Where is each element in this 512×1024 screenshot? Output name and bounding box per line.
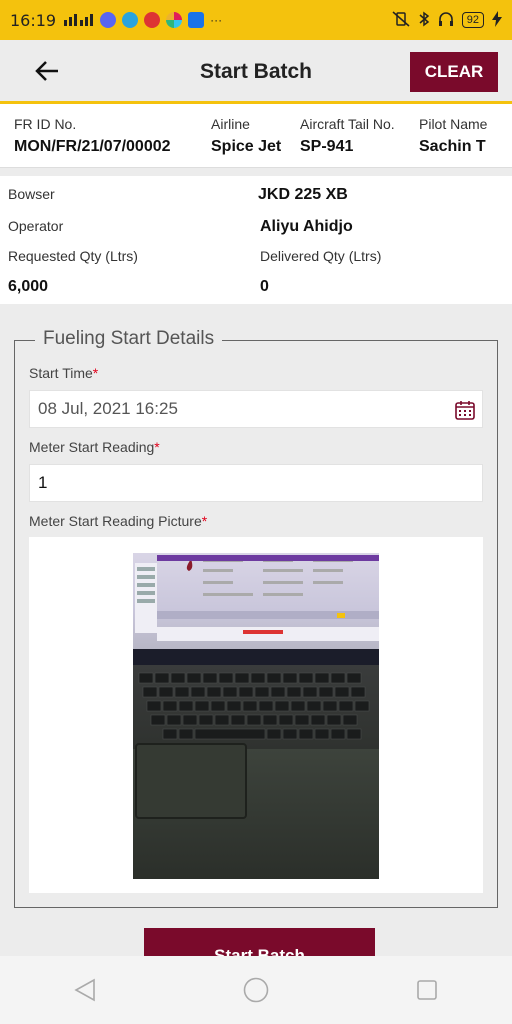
flight-summary-card: FR ID No. MON/FR/21/07/00002 Airline Spi… [0,104,512,168]
meter-reading-value: 1 [38,473,48,492]
news-app-icon [144,12,161,28]
section-legend: Fueling Start Details [35,328,223,350]
start-time-label-text: Start Time [29,365,93,381]
pilot-name-value: Sachin T [419,138,486,155]
meter-reading-label: Meter Start Reading* [29,439,160,455]
nav-back-icon [74,978,96,1002]
bowser-info-card: Bowser JKD 225 XB Operator Aliyu Ahidjo … [0,176,512,304]
delivered-qty-label: Delivered Qty (Ltrs) [260,248,382,264]
system-navigation-bar [0,956,512,1024]
charging-icon [492,10,502,30]
meter-picture-label-text: Meter Start Reading Picture [29,513,202,529]
nav-home-icon [243,977,269,1003]
status-bar: 16:19 ··· 92 [0,0,512,40]
bowser-value: JKD 225 XB [258,186,348,203]
meter-start-reading-input[interactable]: 1 [29,464,483,502]
nav-back-button[interactable] [65,970,105,1010]
tail-number-field: Aircraft Tail No. SP-941 [300,116,395,156]
meter-picture-label: Meter Start Reading Picture* [29,513,207,529]
tail-number-value: SP-941 [300,138,354,155]
start-time-label: Start Time* [29,365,98,381]
meter-reading-label-text: Meter Start Reading [29,439,155,455]
fueling-start-details-section: Fueling Start Details Start Time* 08 Jul… [14,328,498,908]
photo-screen-content [135,559,379,641]
operator-value: Aliyu Ahidjo [260,218,353,235]
nav-home-button[interactable] [236,970,276,1010]
meter-picture-container[interactable] [29,537,483,893]
app-bar: Start Batch CLEAR [0,40,512,104]
more-notifications-icon: ··· [210,13,223,27]
discord-icon [100,12,117,28]
nav-recents-icon [416,980,437,1000]
requested-qty-value: 6,000 [8,278,49,295]
bluetooth-icon [418,11,430,30]
headphones-icon [438,11,454,30]
fr-id-value: MON/FR/21/07/00002 [14,138,171,155]
required-marker: * [154,439,160,455]
telegram-icon [122,12,139,28]
photo-keyboard [133,665,379,749]
nav-recents-button[interactable] [407,970,447,1010]
required-marker: * [201,513,208,529]
clear-button[interactable]: CLEAR [410,52,498,92]
slack-icon [166,12,183,28]
required-marker: * [92,365,99,381]
operator-label: Operator [8,218,64,234]
airline-field: Airline Spice Jet [211,116,281,156]
start-time-value: 08 Jul, 2021 16:25 [38,399,178,418]
status-time: 16:19 [10,10,57,30]
meter-reading-photo[interactable] [133,553,379,879]
start-time-field[interactable]: 08 Jul, 2021 16:25 [29,390,483,428]
fr-id-label: FR ID No. [14,116,77,132]
delivered-qty-value: 0 [260,278,269,295]
photo-touchpad [135,743,247,819]
pilot-name-field: Pilot Name Sachin T [419,116,487,156]
tail-number-label: Aircraft Tail No. [300,116,395,132]
airline-label: Airline [211,116,250,132]
fr-id-field: FR ID No. MON/FR/21/07/00002 [14,116,171,156]
vibrate-icon [392,10,410,30]
battery-icon: 92 [461,12,484,28]
app-icon [188,12,205,28]
status-icons: ··· [64,12,222,29]
calendar-icon[interactable] [454,399,476,421]
status-right: 92 [392,10,502,30]
signal-icon [64,12,94,29]
airline-value: Spice Jet [211,138,282,155]
bowser-label: Bowser [8,186,55,202]
requested-qty-label: Requested Qty (Ltrs) [8,248,138,264]
pilot-name-label: Pilot Name [419,116,488,132]
photo-laptop-screen [133,553,379,649]
photo-taskbar [133,649,379,665]
